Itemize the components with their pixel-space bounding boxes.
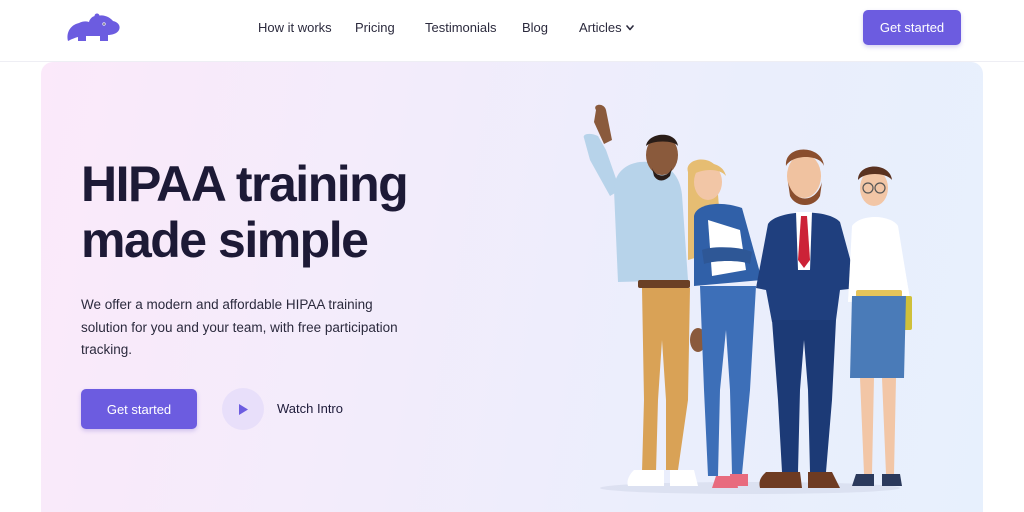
top-navbar: How it works Pricing Testimonials Blog A…: [0, 0, 1024, 62]
nav-how-it-works[interactable]: How it works: [258, 19, 332, 37]
bearded-man-in-suit-figure: [756, 149, 858, 488]
team-of-four-people-illustration: [583, 104, 912, 494]
play-icon: [239, 403, 248, 415]
nav-articles[interactable]: Articles: [579, 19, 634, 37]
watch-intro-label[interactable]: Watch Intro: [277, 401, 343, 416]
hero-title-line-2: made simple: [81, 212, 369, 268]
nav-testimonials[interactable]: Testimonials: [425, 19, 497, 37]
nav-articles-label: Articles: [579, 20, 622, 35]
nav-pricing[interactable]: Pricing: [355, 19, 395, 37]
chevron-down-icon: [625, 25, 634, 31]
hero-description: We offer a modern and affordable HIPAA t…: [81, 297, 398, 357]
hero-title: HIPAA training made simple: [81, 156, 441, 268]
hero-get-started-button[interactable]: Get started: [81, 389, 197, 429]
waving-man-figure: [583, 104, 706, 486]
hero-title-line-1: HIPAA training: [81, 156, 409, 212]
woman-with-glasses-figure: [848, 166, 912, 486]
header-get-started-button[interactable]: Get started: [863, 10, 961, 45]
watch-intro-play-button[interactable]: [222, 388, 264, 430]
blonde-woman-figure: [687, 159, 762, 488]
nav-blog[interactable]: Blog: [522, 19, 548, 37]
